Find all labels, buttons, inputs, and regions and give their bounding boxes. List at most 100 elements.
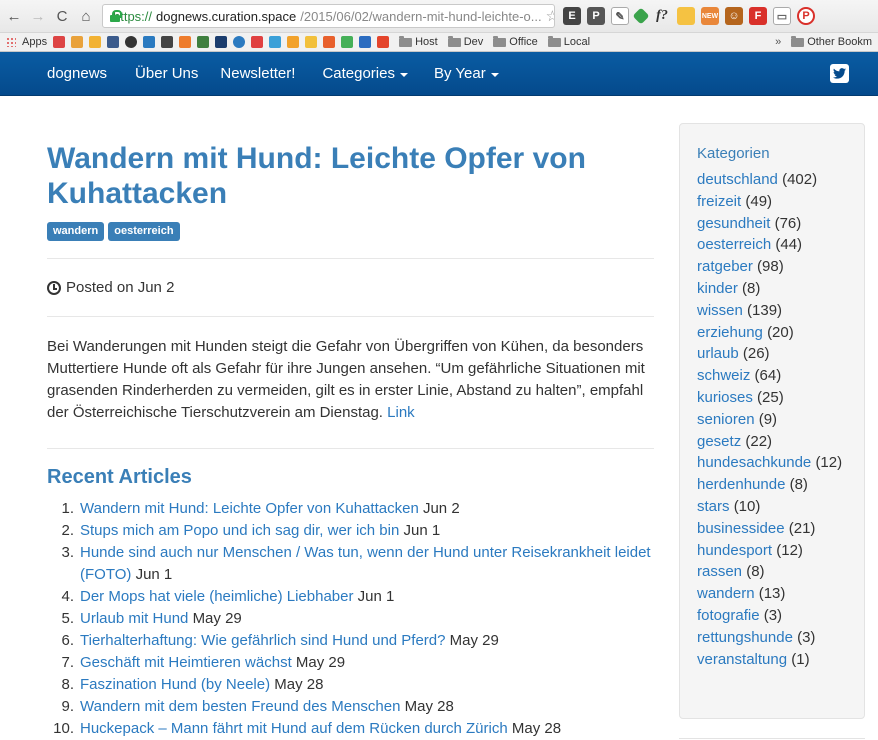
recent-article-date: May 29 bbox=[295, 654, 346, 671]
category-link[interactable]: schweiz bbox=[697, 367, 750, 384]
new-badge-icon[interactable]: NEW bbox=[701, 7, 719, 25]
address-bar[interactable]: https://dognews.curation.space/2015/06/0… bbox=[102, 4, 555, 28]
category-link[interactable]: rettungshunde bbox=[697, 629, 793, 646]
bookmark-favicon[interactable] bbox=[359, 36, 372, 48]
bookmark-favicon[interactable] bbox=[287, 36, 300, 48]
category-item: rassen (8) bbox=[697, 561, 847, 583]
github-icon[interactable] bbox=[125, 36, 138, 48]
category-link[interactable]: veranstaltung bbox=[697, 651, 787, 668]
bookmark-folder-other[interactable]: Other Bookm bbox=[791, 35, 872, 48]
nav-link-newsletter[interactable]: Newsletter! bbox=[220, 65, 295, 82]
recent-article-link[interactable]: Stups mich am Popo und ich sag dir, wer … bbox=[80, 522, 399, 539]
category-link[interactable]: oesterreich bbox=[697, 236, 771, 253]
category-link[interactable]: kurioses bbox=[697, 389, 753, 406]
bookmark-favicon[interactable] bbox=[197, 36, 210, 48]
category-link[interactable]: senioren bbox=[697, 411, 755, 428]
bookmark-favicon[interactable] bbox=[233, 36, 246, 48]
category-item: stars (10) bbox=[697, 496, 847, 518]
bookmark-folder-local[interactable]: Local bbox=[547, 35, 590, 48]
recent-article-link[interactable]: Huckepack – Mann fährt mit Hund auf dem … bbox=[80, 720, 508, 737]
category-link[interactable]: hundesachkunde bbox=[697, 454, 811, 471]
tag-wandern[interactable]: wandern bbox=[47, 222, 105, 241]
article-title[interactable]: Wandern mit Hund: Leichte Opfer von Kuha… bbox=[47, 141, 654, 211]
category-link[interactable]: freizeit bbox=[697, 193, 741, 210]
list-number: 10. bbox=[53, 720, 74, 737]
article-source-link[interactable]: Link bbox=[387, 404, 415, 421]
note-icon[interactable] bbox=[677, 7, 695, 25]
bookmark-favicon[interactable] bbox=[269, 36, 282, 48]
tag-oesterreich[interactable]: oesterreich bbox=[108, 222, 180, 241]
evernote-icon[interactable]: E bbox=[563, 7, 581, 25]
list-item: 4. Der Mops hat viele (heimliche) Liebhab… bbox=[47, 586, 654, 608]
bookmark-favicon[interactable] bbox=[251, 36, 264, 48]
apps-grid-icon bbox=[6, 37, 16, 47]
bookmark-star-icon[interactable]: ☆ bbox=[546, 7, 554, 25]
bookmark-favicon[interactable] bbox=[161, 36, 174, 48]
twitter-icon[interactable] bbox=[830, 64, 849, 83]
category-link[interactable]: gesundheit bbox=[697, 215, 770, 232]
bookmark-favicon[interactable] bbox=[341, 36, 354, 48]
recent-article-link[interactable]: Urlaub mit Hund bbox=[80, 610, 188, 627]
category-link[interactable]: deutschland bbox=[697, 171, 778, 188]
nav-dropdown-categories[interactable]: Categories bbox=[322, 65, 408, 82]
bookmark-apps[interactable]: Apps bbox=[22, 36, 47, 48]
cast-icon[interactable]: ▭ bbox=[773, 7, 791, 25]
brand-link[interactable]: dognews bbox=[47, 65, 107, 82]
pinterest-icon[interactable]: P bbox=[797, 7, 815, 25]
nav-dropdown-by-year[interactable]: By Year bbox=[434, 65, 499, 82]
bookmarks-overflow-button[interactable]: » bbox=[775, 36, 781, 48]
bookmark-folder-office[interactable]: Office bbox=[493, 35, 538, 48]
recent-article-link[interactable]: Geschäft mit Heimtieren wächst bbox=[80, 654, 292, 671]
category-link[interactable]: herdenhunde bbox=[697, 476, 785, 493]
home-icon[interactable]: ⌂ bbox=[78, 8, 94, 25]
recent-article-link[interactable]: Faszination Hund (by Neele) bbox=[80, 676, 270, 693]
category-link[interactable]: erziehung bbox=[697, 324, 763, 341]
recent-article-entry: Wandern mit dem besten Freund des Mensch… bbox=[80, 696, 454, 718]
bookmark-favicon[interactable] bbox=[305, 36, 318, 48]
bookmark-favicon[interactable] bbox=[215, 36, 228, 48]
category-link[interactable]: hundesport bbox=[697, 542, 772, 559]
gmail-icon[interactable] bbox=[53, 36, 66, 48]
folder-icon bbox=[399, 35, 413, 47]
bookmark-favicon[interactable] bbox=[377, 36, 390, 48]
bookmark-favicon[interactable] bbox=[89, 36, 102, 48]
category-link[interactable]: urlaub bbox=[697, 345, 739, 362]
category-link[interactable]: businessidee bbox=[697, 520, 785, 537]
forward-icon[interactable]: → bbox=[30, 8, 46, 25]
list-number: 9. bbox=[61, 698, 74, 715]
reload-icon[interactable]: C bbox=[54, 8, 70, 25]
category-link[interactable]: gesetz bbox=[697, 433, 741, 450]
diamond-icon[interactable] bbox=[632, 7, 650, 25]
folder-icon bbox=[493, 35, 507, 47]
bookmark-favicon[interactable] bbox=[71, 36, 84, 48]
bookmark-favicon[interactable] bbox=[323, 36, 336, 48]
nav-link-ueber-uns[interactable]: Über Uns bbox=[135, 65, 198, 82]
category-link[interactable]: fotografie bbox=[697, 607, 760, 624]
bookmark-folder-dev[interactable]: Dev bbox=[447, 35, 483, 48]
category-count: (26) bbox=[742, 345, 770, 363]
recent-article-date: May 28 bbox=[274, 676, 324, 693]
category-link[interactable]: kinder bbox=[697, 280, 738, 297]
cookie-icon[interactable]: ☺ bbox=[725, 7, 743, 25]
category-count: (44) bbox=[775, 236, 803, 254]
back-icon[interactable]: ← bbox=[6, 8, 22, 25]
list-item: 8. Faszination Hund (by Neele) May 28 bbox=[47, 674, 654, 696]
bookmark-favicon[interactable] bbox=[143, 36, 156, 48]
category-link[interactable]: rassen bbox=[697, 563, 742, 580]
category-link[interactable]: stars bbox=[697, 498, 730, 515]
flipboard-icon[interactable]: F bbox=[749, 7, 767, 25]
category-link[interactable]: wissen bbox=[697, 302, 743, 319]
recent-article-link[interactable]: Der Mops hat viele (heimliche) Liebhaber bbox=[80, 588, 353, 605]
recent-article-link[interactable]: Wandern mit dem besten Freund des Mensch… bbox=[80, 698, 400, 715]
bookmark-favicon[interactable] bbox=[179, 36, 192, 48]
site-navbar: dognews Über Uns Newsletter! Categories … bbox=[0, 52, 878, 96]
recent-article-link[interactable]: Tierhalterhaftung: Wie gefährlich sind H… bbox=[80, 632, 446, 649]
category-link[interactable]: wandern bbox=[697, 585, 755, 602]
bookmark-favicon[interactable] bbox=[107, 36, 120, 48]
pocket-icon[interactable]: P bbox=[587, 7, 605, 25]
category-link[interactable]: ratgeber bbox=[697, 258, 753, 275]
font-finder-icon[interactable]: f? bbox=[653, 7, 671, 25]
wrench-icon[interactable]: ✎ bbox=[611, 7, 629, 25]
bookmark-folder-host[interactable]: Host bbox=[399, 35, 438, 48]
recent-article-link[interactable]: Wandern mit Hund: Leichte Opfer von Kuha… bbox=[80, 500, 419, 517]
